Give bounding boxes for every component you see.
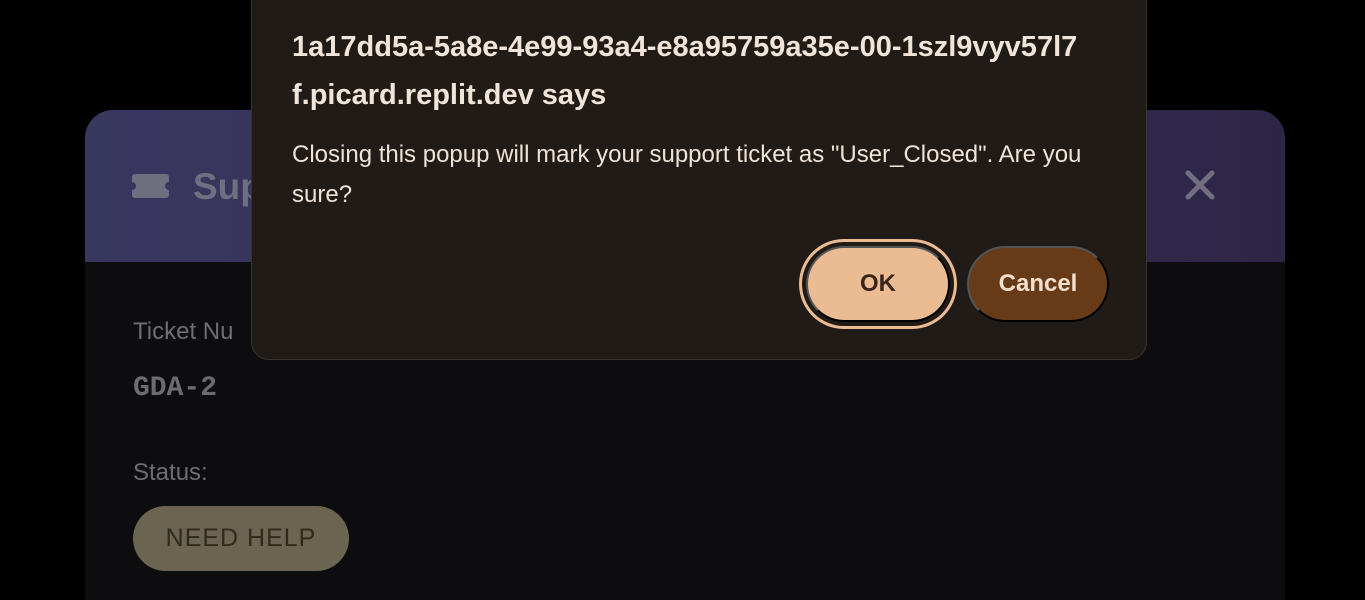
confirm-dialog: 1a17dd5a-5a8e-4e99-93a4-e8a95759a35e-00-…: [251, 0, 1147, 360]
dialog-origin-title: 1a17dd5a-5a8e-4e99-93a4-e8a95759a35e-00-…: [292, 31, 1078, 111]
page: Sup Ticket Nu GDA-2 Status: NEED HELP 1a…: [0, 0, 1365, 600]
ticket-number-value: GDA-2: [133, 373, 218, 404]
status-label: Status:: [133, 459, 208, 486]
close-icon[interactable]: [1183, 168, 1217, 202]
status-badge: NEED HELP: [133, 506, 349, 571]
ticket-number-label: Ticket Nu: [133, 318, 234, 345]
ticket-icon: [132, 174, 169, 198]
cancel-button[interactable]: Cancel: [967, 246, 1109, 322]
dialog-message: Closing this popup will mark your suppor…: [292, 141, 1082, 208]
ok-button[interactable]: OK: [806, 246, 950, 322]
